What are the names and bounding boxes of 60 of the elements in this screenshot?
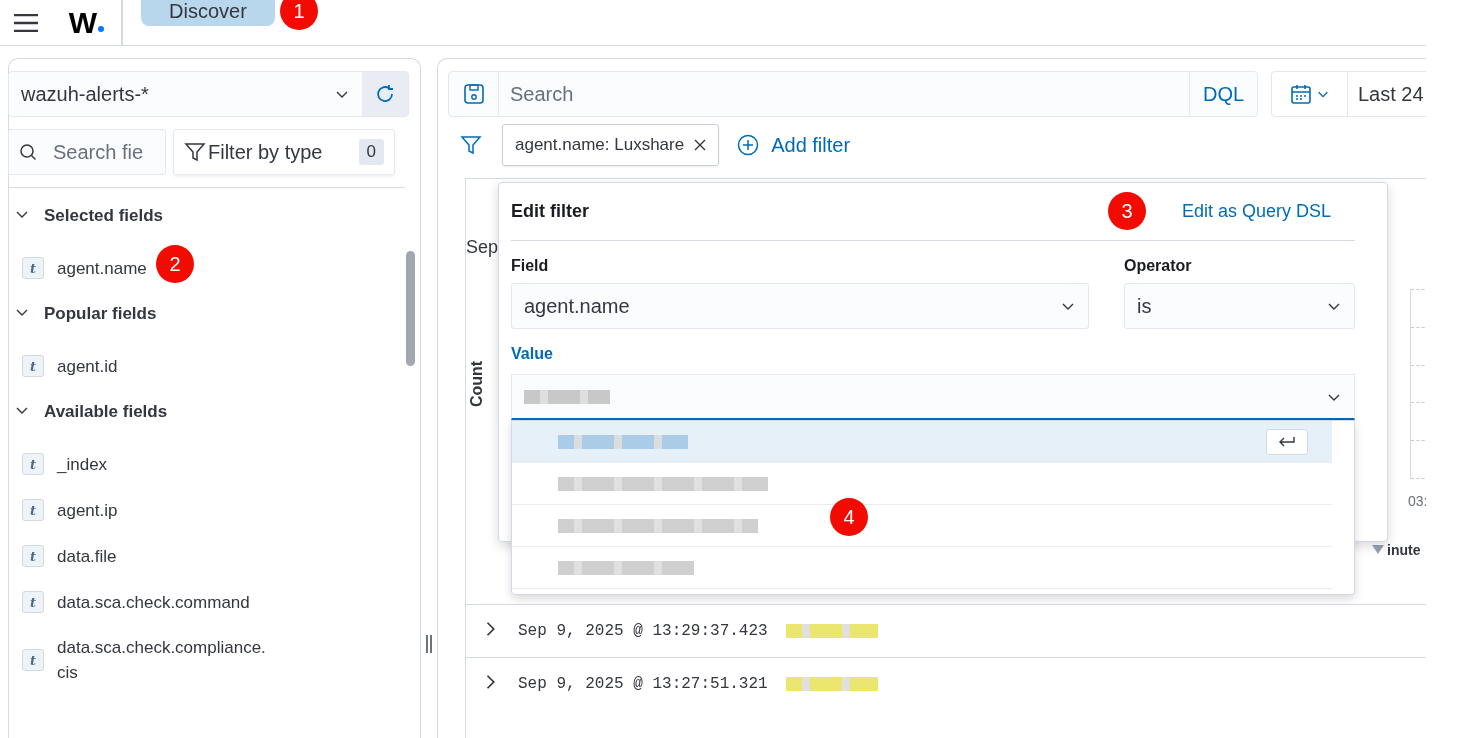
refresh-icon xyxy=(374,83,396,105)
calendar-icon xyxy=(1289,83,1312,105)
filter-icon xyxy=(184,141,206,163)
field-name[interactable]: _index xyxy=(57,451,108,477)
query-bar[interactable]: Search DQL xyxy=(448,71,1258,117)
section-title[interactable]: Selected fields xyxy=(44,206,164,226)
dot-icon xyxy=(98,25,105,32)
caret-icon xyxy=(1372,545,1384,555)
axis-tick: 03: xyxy=(1408,493,1426,509)
save-icon xyxy=(462,83,485,105)
value-combobox[interactable] xyxy=(511,374,1355,420)
field-type-badge: t xyxy=(22,453,44,475)
scrollbar[interactable] xyxy=(406,251,415,366)
refresh-button[interactable] xyxy=(362,72,408,116)
annotation-marker: 2 xyxy=(156,245,194,283)
return-icon xyxy=(1278,435,1296,448)
filter-by-type-button[interactable]: Filter by type 0 xyxy=(173,129,395,175)
edit-dsl-link[interactable]: Edit as Query DSL xyxy=(1181,201,1331,222)
menu-icon[interactable] xyxy=(14,13,38,32)
section-title[interactable]: Popular fields xyxy=(44,304,157,324)
search-field[interactable]: Search fie xyxy=(8,129,166,175)
field-type-badge: t xyxy=(22,649,44,671)
resize-handle[interactable] xyxy=(426,635,432,653)
field-name[interactable]: agent.ip xyxy=(57,497,118,523)
dropdown-option[interactable] xyxy=(512,505,1332,547)
interval-label[interactable]: inute xyxy=(1387,542,1421,558)
operator-select[interactable]: is xyxy=(1124,283,1355,329)
section-title[interactable]: Available fields xyxy=(44,402,168,422)
search-icon xyxy=(19,143,37,161)
close-icon[interactable] xyxy=(694,139,707,151)
field-select[interactable]: agent.name xyxy=(511,283,1089,329)
value-label: Value xyxy=(511,345,554,363)
index-pattern-select[interactable]: wazuh-alerts-* xyxy=(8,71,409,117)
field-type-badge: t xyxy=(22,591,44,613)
query-language-button[interactable]: DQL xyxy=(1189,72,1257,116)
field-type-badge: t xyxy=(22,545,44,567)
popover-title: Edit filter xyxy=(511,201,589,222)
logo[interactable]: W xyxy=(68,5,97,40)
field-name[interactable]: agent.id xyxy=(57,353,118,379)
field-type-badge: t xyxy=(22,355,44,377)
filter-pill[interactable]: agent.name: Luxshare xyxy=(502,124,720,166)
query-field[interactable]: Search xyxy=(499,72,1189,116)
axis-label: Count xyxy=(468,360,487,408)
add-filter-button[interactable]: Add filter xyxy=(737,133,851,157)
field-name[interactable]: data.file xyxy=(57,543,117,569)
field-name[interactable]: agent.name xyxy=(57,255,147,281)
field-type-badge: t xyxy=(22,499,44,521)
field-type-badge: t xyxy=(22,257,44,279)
field-name[interactable]: data.sca.check.compliance. cis xyxy=(57,635,266,685)
count-badge: 0 xyxy=(358,139,384,165)
operator-label: Operator xyxy=(1124,257,1193,275)
timestamp: Sep 9, 2025 @ 13:27:51.321 xyxy=(518,675,768,693)
breadcrumb[interactable]: Discover xyxy=(141,0,275,26)
timestamp: Sep 9, 2025 @ 13:29:37.423 xyxy=(518,622,768,640)
filter-icon[interactable] xyxy=(460,134,482,156)
chart-title: Sep xyxy=(466,237,499,258)
plus-icon xyxy=(737,134,760,156)
field-name[interactable]: data.sca.check.command xyxy=(57,589,250,615)
field-label: Field xyxy=(511,257,550,275)
search-input[interactable]: Search fie xyxy=(51,139,151,165)
